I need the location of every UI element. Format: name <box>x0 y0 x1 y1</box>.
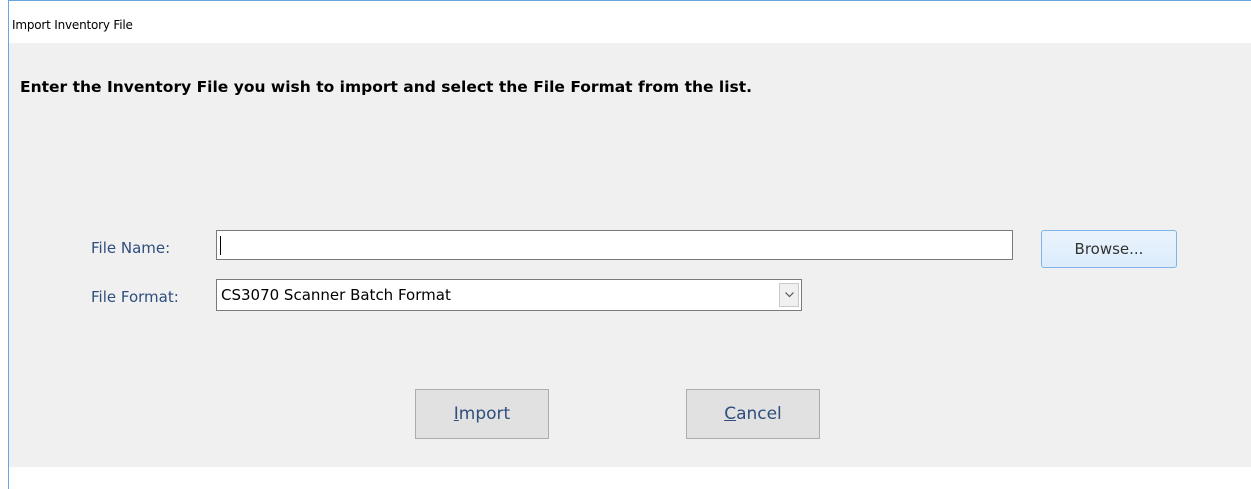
cancel-mnemonic: C <box>724 404 737 424</box>
file-format-label: File Format: <box>91 288 179 306</box>
title-bar[interactable]: Import Inventory File <box>9 1 1251 43</box>
dialog-body: Enter the Inventory File you wish to imp… <box>9 43 1251 467</box>
file-format-select[interactable]: CS3070 Scanner Batch Format <box>216 279 802 311</box>
chevron-down-icon <box>785 292 794 298</box>
file-name-input[interactable] <box>216 230 1013 260</box>
import-button[interactable]: Import <box>415 389 549 439</box>
window-bottom-strip <box>9 467 1251 489</box>
cancel-button[interactable]: Cancel <box>686 389 820 439</box>
text-caret <box>220 236 221 255</box>
dropdown-button[interactable] <box>779 283 799 307</box>
browse-button[interactable]: Browse... <box>1041 230 1177 268</box>
file-format-value: CS3070 Scanner Batch Format <box>221 286 451 304</box>
instruction-text: Enter the Inventory File you wish to imp… <box>20 78 753 96</box>
import-label-rest: mport <box>458 404 511 424</box>
file-name-label: File Name: <box>91 239 171 257</box>
window-title: Import Inventory File <box>12 18 133 32</box>
import-inventory-dialog: Import Inventory File Enter the Inventor… <box>0 0 1251 489</box>
cancel-label-rest: ancel <box>736 404 782 424</box>
